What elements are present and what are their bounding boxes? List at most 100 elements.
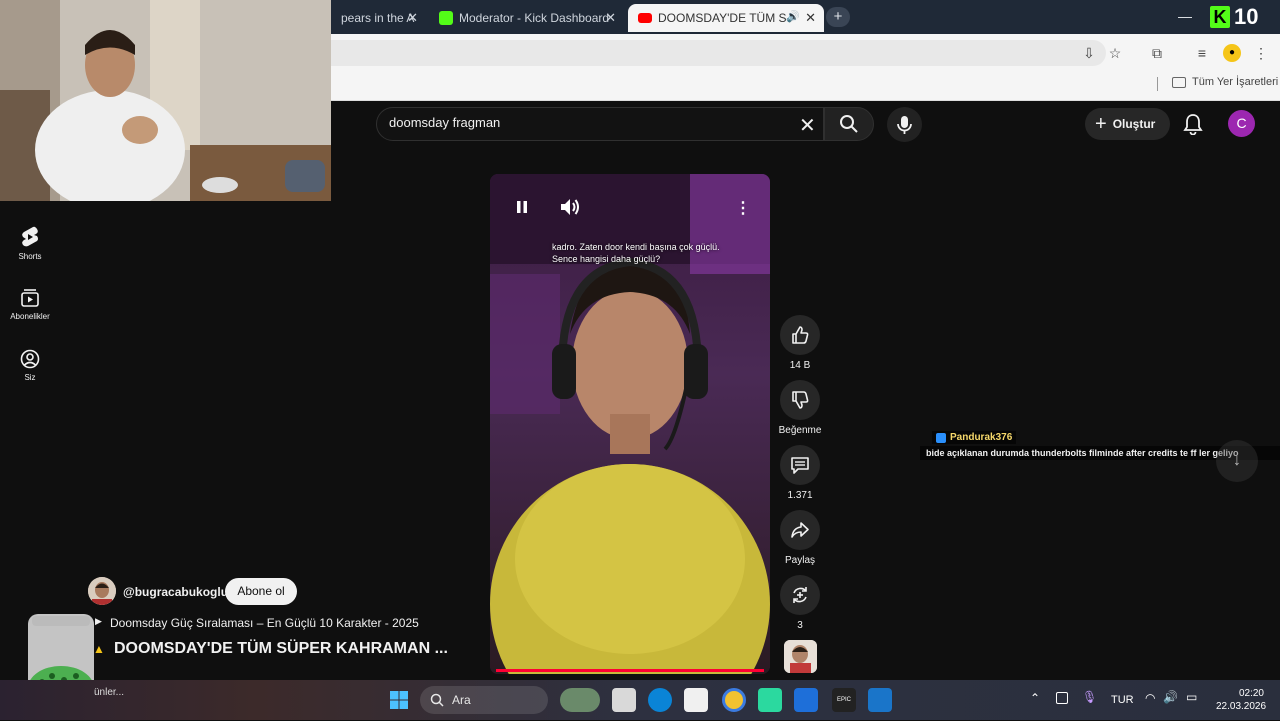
app-icon[interactable] — [758, 688, 782, 712]
next-video-arrow-icon[interactable]: ↓ — [1216, 440, 1258, 482]
sidebar-item-subscriptions[interactable]: Abonelikler — [0, 288, 60, 321]
all-bookmarks-label: Tüm Yer İşaretleri — [1192, 76, 1279, 88]
sidebar-item-label: Abonelikler — [10, 312, 50, 321]
like-count: 14 B — [789, 360, 811, 371]
sidebar-item-label: Shorts — [18, 252, 42, 261]
app-icon[interactable] — [868, 688, 892, 712]
dislike-button[interactable] — [780, 380, 820, 420]
media-icon[interactable]: ≡ — [1193, 44, 1211, 62]
profile-icon[interactable]: ● — [1223, 44, 1241, 62]
chrome-icon[interactable] — [722, 688, 746, 712]
star-icon[interactable]: ☆ — [1106, 44, 1124, 62]
moderator-badge-icon — [936, 432, 946, 443]
microphone-icon — [897, 116, 912, 134]
volume-icon[interactable] — [559, 197, 581, 217]
close-icon[interactable]: ✕ — [407, 10, 418, 26]
clock-time: 02:20 — [1238, 688, 1264, 699]
webcam-image — [0, 0, 331, 201]
channel-avatar[interactable] — [88, 577, 116, 605]
like-button[interactable] — [780, 315, 820, 355]
kick-logo-icon: K — [1210, 6, 1230, 28]
close-icon[interactable]: ✕ — [605, 10, 616, 26]
subscribe-button[interactable]: Abone ol — [225, 578, 297, 605]
comment-count: 1.371 — [787, 490, 813, 501]
sidebar-item-label: Siz — [24, 373, 36, 382]
bookmarks-bar — [331, 70, 1280, 101]
account-avatar[interactable]: C — [1228, 110, 1255, 137]
tab-title: DOOMSDAY'DE TÜM S — [658, 11, 787, 25]
voice-search-button[interactable] — [887, 107, 922, 142]
taskbar-search[interactable]: Ara — [420, 686, 548, 714]
extensions-icon[interactable]: ⧉ — [1148, 44, 1166, 62]
comment-icon — [791, 457, 809, 474]
dislike-label: Beğenme — [778, 425, 822, 436]
menu-icon[interactable]: ⋮ — [1252, 44, 1270, 62]
speaker-icon[interactable]: 🔊 — [786, 10, 800, 23]
microphone-icon[interactable]: 🎙 — [1082, 690, 1097, 704]
taskbar-search-label: Ara — [452, 693, 471, 707]
more-options-icon[interactable]: ⋮ — [735, 198, 751, 218]
video-title[interactable]: DOOMSDAY'DE TÜM SÜPER KAHRAMAN ... — [114, 640, 448, 658]
tab-youtube-active[interactable]: DOOMSDAY'DE TÜM S 🔊 ✕ — [628, 4, 824, 32]
search-button[interactable] — [824, 107, 874, 141]
thumbs-down-icon — [792, 391, 809, 409]
address-bar[interactable] — [331, 40, 1106, 66]
sound-thumbnail-image — [784, 640, 817, 673]
chat-username-label: Pandurak376 — [950, 432, 1013, 443]
volume-icon[interactable]: 🔊 — [1163, 690, 1178, 704]
app-icon[interactable] — [794, 688, 818, 712]
share-icon — [791, 522, 809, 538]
divider — [1157, 77, 1158, 91]
new-tab-button[interactable]: + — [826, 7, 850, 27]
edge-browser-icon[interactable] — [648, 688, 672, 712]
remix-button[interactable] — [780, 575, 820, 615]
create-label: Oluştur — [1112, 117, 1156, 131]
tab-previous[interactable]: pears in the A ✕ — [331, 4, 426, 32]
file-explorer-icon[interactable] — [612, 688, 636, 712]
search-input[interactable] — [389, 115, 789, 130]
tab-kick-dashboard[interactable]: Moderator - Kick Dashboard ✕ — [429, 4, 624, 32]
close-icon[interactable]: ✕ — [805, 10, 816, 26]
browser-tab-strip: pears in the A ✕ Moderator - Kick Dashbo… — [331, 0, 1280, 34]
video-caption: kadro. Zaten door kendi başına çok güçlü… — [552, 242, 720, 264]
windows-start-icon[interactable] — [389, 690, 409, 710]
install-icon[interactable]: ⇩ — [1080, 44, 1098, 62]
tray-app-icon[interactable] — [1056, 692, 1068, 704]
sidebar-item-you[interactable]: Siz — [0, 349, 60, 382]
weather-widget-text[interactable]: ünler... — [94, 687, 124, 698]
pause-icon[interactable] — [514, 199, 530, 215]
channel-name[interactable]: @bugracabukoglu — [123, 585, 228, 599]
share-button[interactable] — [780, 510, 820, 550]
plus-icon: + — [1095, 113, 1107, 135]
sidebar-item-shorts[interactable]: Shorts — [0, 226, 60, 261]
minimize-icon[interactable]: — — [1178, 8, 1192, 24]
subscriptions-icon — [21, 289, 39, 307]
tab-title: Moderator - Kick Dashboard — [459, 11, 610, 25]
notifications-bell-icon[interactable] — [1183, 113, 1203, 135]
comments-button[interactable] — [780, 445, 820, 485]
language-indicator[interactable]: TUR — [1111, 694, 1134, 706]
all-bookmarks-button[interactable]: Tüm Yer İşaretleri — [1172, 76, 1278, 88]
system-clock[interactable]: 02:20 22.03.2026 — [1216, 687, 1266, 713]
video-progress-bar[interactable] — [496, 669, 764, 672]
remix-icon — [793, 587, 807, 603]
webcam-overlay — [0, 0, 331, 201]
search-icon — [840, 115, 858, 133]
clear-search-icon[interactable]: ✕ — [799, 113, 816, 138]
shorts-icon — [22, 226, 38, 247]
folder-icon — [1172, 76, 1186, 88]
kick-overlay-badge: K 10 — [1210, 4, 1258, 30]
playlist-link[interactable]: Doomsday Güç Sıralaması – En Güçlü 10 Ka… — [110, 616, 419, 630]
widget-app-icon[interactable] — [560, 688, 600, 712]
kick-icon — [439, 11, 453, 25]
sound-thumbnail[interactable] — [784, 640, 817, 673]
create-button[interactable]: + Oluştur — [1085, 108, 1170, 140]
kick-badge-count: 10 — [1234, 4, 1259, 29]
chevron-up-icon[interactable]: ⌃ — [1030, 691, 1040, 705]
you-icon — [20, 349, 40, 369]
tab-title: pears in the A — [341, 11, 415, 25]
epic-games-icon[interactable]: EPIC — [832, 688, 856, 712]
wifi-icon[interactable]: ◠ — [1145, 691, 1155, 705]
store-icon[interactable] — [684, 688, 708, 712]
battery-icon[interactable]: ▭ — [1186, 690, 1197, 704]
